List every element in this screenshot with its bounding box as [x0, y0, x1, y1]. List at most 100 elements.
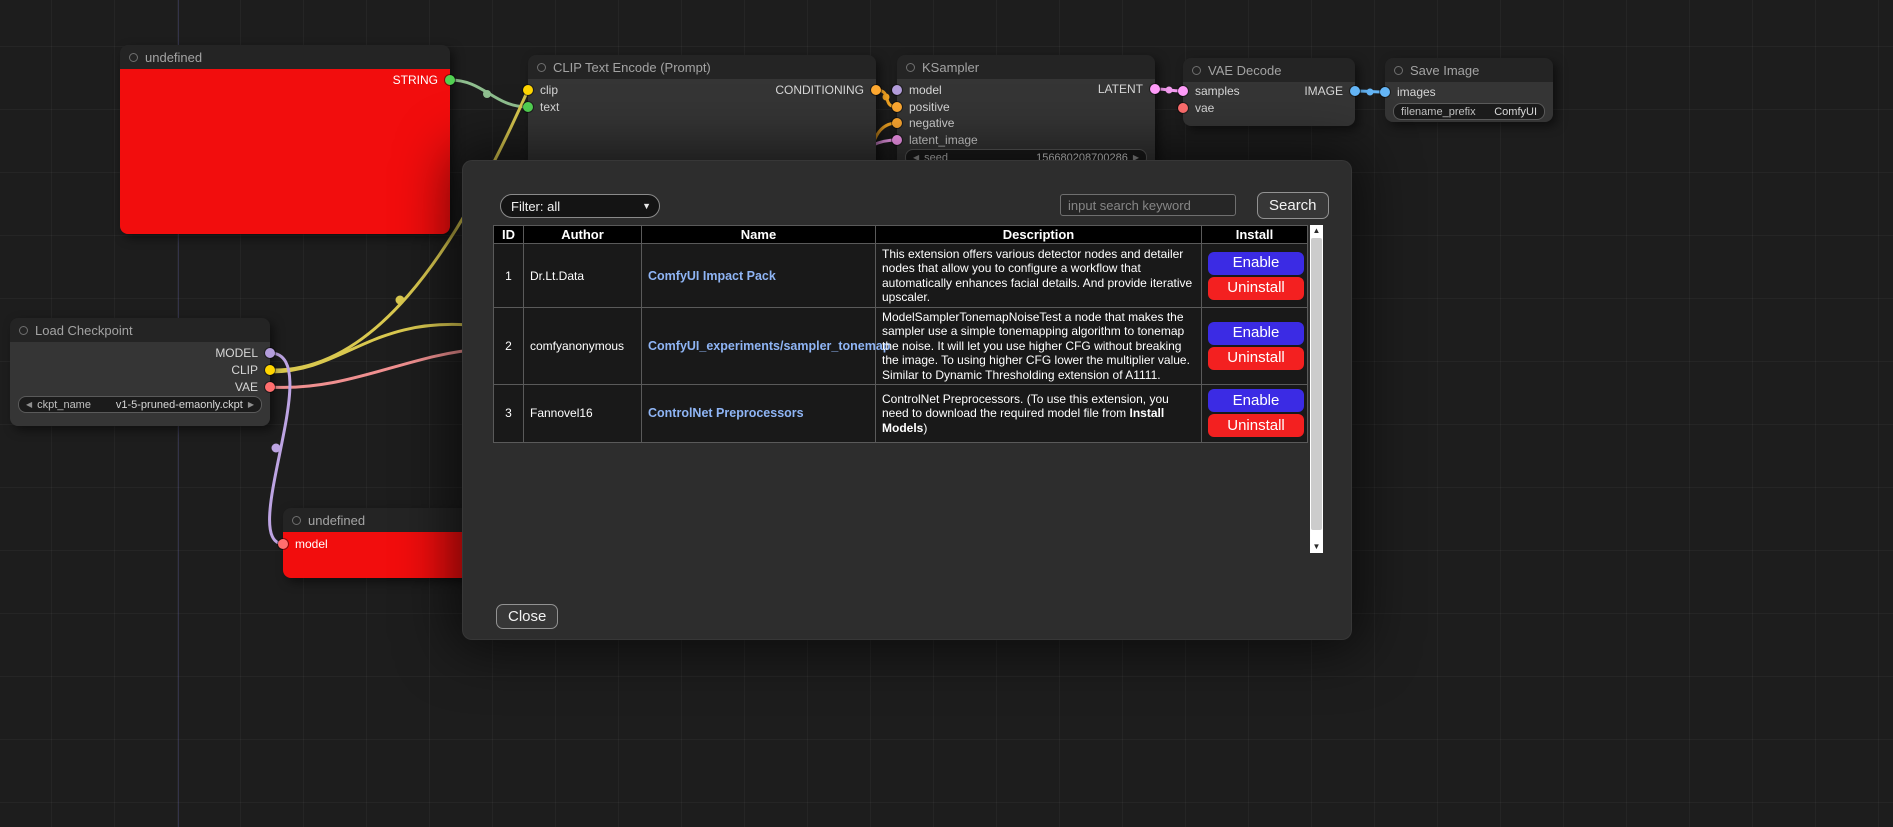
- header-description: Description: [876, 226, 1202, 244]
- scroll-down-icon[interactable]: ▼: [1310, 541, 1323, 553]
- node-undefined-top[interactable]: undefined STRING: [120, 45, 450, 234]
- header-name: Name: [642, 226, 876, 244]
- widget-value: v1-5-pruned-emaonly.ckpt: [116, 399, 243, 411]
- slot-label: vae: [1195, 101, 1214, 115]
- cell-description: This extension offers various detector n…: [876, 244, 1202, 308]
- collapse-dot-icon[interactable]: [906, 63, 915, 72]
- node-titlebar[interactable]: Save Image: [1385, 58, 1553, 82]
- slot-label: negative: [909, 116, 954, 130]
- collapse-dot-icon[interactable]: [537, 63, 546, 72]
- collapse-dot-icon[interactable]: [1192, 66, 1201, 75]
- slot-label: CONDITIONING: [775, 83, 864, 97]
- slot-label: samples: [1195, 84, 1240, 98]
- search-input[interactable]: [1060, 194, 1236, 216]
- node-clip-text-encode[interactable]: CLIP Text Encode (Prompt) clip text COND…: [528, 55, 876, 170]
- uninstall-button[interactable]: Uninstall: [1208, 277, 1304, 300]
- enable-button[interactable]: Enable: [1208, 252, 1304, 275]
- extension-link[interactable]: ComfyUI Impact Pack: [648, 269, 776, 283]
- widget-arrow-left-icon[interactable]: ◀: [26, 401, 32, 409]
- widget-label: ckpt_name: [37, 399, 91, 411]
- install-extensions-dialog: Filter: all ▼ Search ID Author Name Desc…: [462, 160, 1352, 640]
- input-port-negative[interactable]: [892, 118, 902, 128]
- slot-label: model: [909, 83, 942, 97]
- node-body: samples vae IMAGE: [1183, 82, 1355, 126]
- scroll-up-icon[interactable]: ▲: [1310, 225, 1323, 237]
- slot-label: latent_image: [909, 133, 978, 147]
- filename-prefix-widget[interactable]: filename_prefix ComfyUI: [1393, 103, 1545, 120]
- collapse-dot-icon[interactable]: [129, 53, 138, 62]
- collapse-dot-icon[interactable]: [1394, 66, 1403, 75]
- cell-author: Dr.Lt.Data: [524, 244, 642, 308]
- node-title: VAE Decode: [1208, 63, 1281, 78]
- cell-id: 1: [494, 244, 524, 308]
- uninstall-button[interactable]: Uninstall: [1208, 347, 1304, 370]
- enable-button[interactable]: Enable: [1208, 322, 1304, 345]
- input-port-model[interactable]: [278, 539, 288, 549]
- node-titlebar[interactable]: VAE Decode: [1183, 58, 1355, 82]
- input-slot-model: model: [892, 83, 942, 97]
- node-vae-decode[interactable]: VAE Decode samples vae IMAGE: [1183, 58, 1355, 126]
- cell-description: ControlNet Preprocessors. (To use this e…: [876, 384, 1202, 442]
- node-title: Load Checkpoint: [35, 323, 133, 338]
- input-port-clip[interactable]: [523, 85, 533, 95]
- cell-id: 3: [494, 384, 524, 442]
- input-port-positive[interactable]: [892, 102, 902, 112]
- table-header-row: ID Author Name Description Install: [494, 226, 1308, 244]
- link-dot-model: [272, 444, 281, 453]
- collapse-dot-icon[interactable]: [19, 326, 28, 335]
- link-dot-conditioning: [883, 94, 890, 101]
- scroll-thumb[interactable]: [1311, 238, 1322, 530]
- cell-author: comfyanonymous: [524, 308, 642, 385]
- output-port-image[interactable]: [1350, 86, 1360, 96]
- input-slot-latent-image: latent_image: [892, 133, 978, 147]
- slot-label: images: [1397, 85, 1436, 99]
- node-titlebar[interactable]: CLIP Text Encode (Prompt): [528, 55, 876, 79]
- cell-install: Enable Uninstall: [1202, 384, 1308, 442]
- slot-label: MODEL: [215, 346, 258, 360]
- extension-link[interactable]: ComfyUI_experiments/sampler_tonemap: [648, 339, 890, 353]
- input-port-model[interactable]: [892, 85, 902, 95]
- table-row: 3 Fannovel16 ControlNet Preprocessors Co…: [494, 384, 1308, 442]
- search-button[interactable]: Search: [1257, 192, 1329, 219]
- output-port-string[interactable]: [445, 75, 455, 85]
- filter-select[interactable]: Filter: all: [500, 194, 660, 218]
- input-port-samples[interactable]: [1178, 86, 1188, 96]
- node-titlebar[interactable]: Load Checkpoint: [10, 318, 270, 342]
- input-slot-text: text: [523, 100, 559, 114]
- node-save-image[interactable]: Save Image images filename_prefix ComfyU…: [1385, 58, 1553, 122]
- extension-table-wrap: ID Author Name Description Install 1 Dr.…: [493, 225, 1323, 553]
- ckpt-name-widget[interactable]: ◀ ckpt_name v1-5-pruned-emaonly.ckpt ▶: [18, 396, 262, 413]
- output-port-model[interactable]: [265, 348, 275, 358]
- node-titlebar[interactable]: undefined: [120, 45, 450, 69]
- output-port-latent[interactable]: [1150, 84, 1160, 94]
- input-slot-vae: vae: [1178, 101, 1214, 115]
- link-dot-string: [483, 90, 491, 98]
- cell-install: Enable Uninstall: [1202, 308, 1308, 385]
- input-port-latent-image[interactable]: [892, 135, 902, 145]
- output-port-conditioning[interactable]: [871, 85, 881, 95]
- input-port-text[interactable]: [523, 102, 533, 112]
- node-body: images filename_prefix ComfyUI: [1385, 82, 1553, 122]
- table-scrollbar[interactable]: ▲ ▼: [1310, 225, 1323, 553]
- node-load-checkpoint[interactable]: Load Checkpoint MODEL CLIP VAE ◀ ckpt_na…: [10, 318, 270, 426]
- enable-button[interactable]: Enable: [1208, 389, 1304, 412]
- output-port-clip[interactable]: [265, 365, 275, 375]
- widget-arrow-right-icon[interactable]: ▶: [248, 401, 254, 409]
- output-port-vae[interactable]: [265, 382, 275, 392]
- description-text: ControlNet Preprocessors. (To use this e…: [882, 392, 1169, 420]
- close-button[interactable]: Close: [496, 604, 558, 629]
- node-titlebar[interactable]: KSampler: [897, 55, 1155, 79]
- slot-label: positive: [909, 100, 950, 114]
- extension-table: ID Author Name Description Install 1 Dr.…: [493, 225, 1308, 443]
- uninstall-button[interactable]: Uninstall: [1208, 414, 1304, 437]
- slot-label: IMAGE: [1304, 84, 1343, 98]
- node-body: MODEL CLIP VAE ◀ ckpt_name v1-5-pruned-e…: [10, 342, 270, 426]
- node-ksampler[interactable]: KSampler model positive negative latent_…: [897, 55, 1155, 167]
- slot-label: VAE: [235, 380, 258, 394]
- output-slot-clip: CLIP: [231, 363, 275, 377]
- input-port-vae[interactable]: [1178, 103, 1188, 113]
- extension-link[interactable]: ControlNet Preprocessors: [648, 406, 804, 420]
- collapse-dot-icon[interactable]: [292, 516, 301, 525]
- cell-description: ModelSamplerTonemapNoiseTest a node that…: [876, 308, 1202, 385]
- input-port-images[interactable]: [1380, 87, 1390, 97]
